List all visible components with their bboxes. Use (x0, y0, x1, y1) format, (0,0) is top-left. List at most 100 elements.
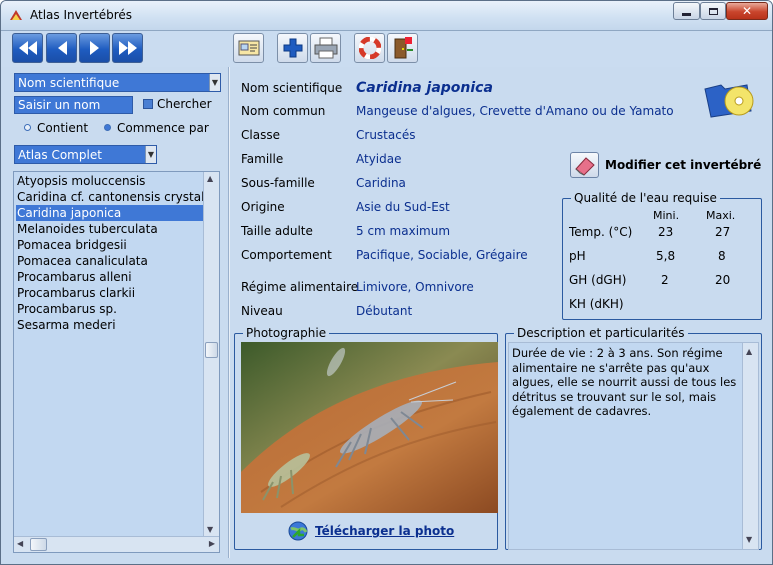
species-list[interactable]: Atyopsis moluccensis Caridina cf. canton… (13, 171, 220, 553)
list-item[interactable]: Procambarus sp. (16, 301, 203, 317)
list-item[interactable]: Atyopsis moluccensis (16, 173, 203, 189)
exit-door-icon (394, 37, 413, 59)
field-label: Régime alimentaire (241, 280, 359, 294)
window-title: Atlas Invertébrés (30, 8, 133, 22)
contains-label: Contient (37, 121, 89, 135)
starts-with-radio[interactable] (104, 124, 111, 131)
water-row-max: 27 (715, 225, 731, 239)
scrollbar-thumb[interactable] (30, 538, 47, 551)
list-item[interactable]: Pomacea bridgesii (16, 237, 203, 253)
atlas-select[interactable]: Atlas Complet ▼ (14, 145, 157, 164)
list-item-selected[interactable]: Caridina japonica (16, 205, 203, 221)
edit-invertebrate-label: Modifier cet invertébré (605, 158, 762, 172)
maximize-button[interactable] (700, 2, 726, 20)
description-scrollbar[interactable]: ▲ ▼ (742, 343, 758, 549)
field-value: Mangeuse d'algues, Crevette d'Amano ou d… (356, 104, 674, 118)
search-label: Chercher (157, 97, 212, 111)
list-horizontal-scrollbar[interactable]: ◀ ▶ (14, 536, 219, 552)
title-bar: Atlas Invertébrés ✕ (1, 1, 772, 31)
list-item[interactable]: Sesarma mederi (16, 317, 203, 333)
field-value: Débutant (356, 304, 413, 318)
last-record-button[interactable] (112, 33, 143, 63)
folder-cd-icon[interactable] (703, 79, 755, 119)
water-row-label: pH (569, 249, 586, 263)
description-text: Durée de vie : 2 à 3 ans. Son régime ali… (512, 346, 737, 418)
water-row-max: 20 (715, 273, 731, 287)
help-button[interactable] (354, 33, 385, 63)
field-value: Pacifique, Sociable, Grégaire (356, 248, 528, 262)
double-right-arrow-icon (118, 41, 137, 55)
scroll-up-icon[interactable]: ▲ (746, 345, 752, 360)
contains-radio[interactable] (24, 124, 31, 131)
starts-with-label: Commence par (117, 121, 209, 135)
field-label: Famille (241, 152, 284, 166)
max-header: Maxi. (706, 209, 736, 222)
eraser-icon (570, 152, 599, 178)
list-item[interactable]: Melanoides tuberculata (16, 221, 203, 237)
double-left-arrow-icon (18, 41, 37, 55)
list-item[interactable]: Procambarus alleni (16, 269, 203, 285)
field-value: Limivore, Omnivore (356, 280, 474, 294)
list-vertical-scrollbar[interactable]: ▲ ▼ (203, 172, 219, 536)
description-textarea[interactable]: Durée de vie : 2 à 3 ans. Son régime ali… (508, 342, 759, 550)
field-select-value: Nom scientifique (18, 76, 120, 90)
card-view-button[interactable] (233, 33, 264, 63)
water-row-label: Temp. (°C) (569, 225, 633, 239)
scroll-down-icon[interactable]: ▼ (207, 525, 213, 534)
scroll-left-icon[interactable]: ◀ (17, 539, 23, 548)
water-quality-title: Qualité de l'eau requise (571, 191, 720, 205)
maximize-icon (708, 7, 718, 15)
water-row-label: KH (dKH) (569, 297, 624, 311)
scroll-right-icon[interactable]: ▶ (209, 539, 215, 548)
printer-icon (314, 37, 337, 59)
chevron-down-icon[interactable]: ▼ (145, 146, 156, 163)
species-name: Caridina japonica (356, 80, 493, 96)
download-photo-link[interactable]: Télécharger la photo (315, 524, 454, 538)
search-checkbox[interactable] (143, 99, 153, 109)
field-label: Nom commun (241, 104, 326, 118)
field-label: Niveau (241, 304, 283, 318)
minimize-button[interactable] (673, 2, 700, 20)
water-row-label: GH (dGH) (569, 273, 627, 287)
photo-group: Photographie Télécharger la photo (234, 326, 498, 550)
print-button[interactable] (310, 33, 341, 63)
water-row-min: 23 (658, 225, 674, 239)
close-button[interactable]: ✕ (726, 2, 768, 20)
exit-button[interactable] (387, 33, 418, 63)
add-button[interactable] (277, 33, 308, 63)
app-window: Atlas Invertébrés ✕ Nom scientifique ▼ S… (0, 0, 773, 565)
left-panel: Nom scientifique ▼ Saisir un nom Cherche… (7, 67, 227, 558)
field-label: Comportement (241, 248, 332, 262)
atlas-select-value: Atlas Complet (18, 148, 102, 162)
download-globe-icon[interactable] (287, 520, 309, 542)
description-group: Description et particularités Durée de v… (505, 326, 762, 550)
scroll-up-icon[interactable]: ▲ (207, 174, 213, 183)
list-item[interactable]: Pomacea canaliculata (16, 253, 203, 269)
lifebuoy-icon (358, 37, 381, 59)
chevron-down-icon[interactable]: ▼ (209, 74, 220, 91)
field-select[interactable]: Nom scientifique ▼ (14, 73, 221, 92)
scrollbar-thumb[interactable] (205, 342, 218, 358)
list-item[interactable]: Caridina cf. cantonensis crystal r (16, 189, 203, 205)
panel-divider[interactable] (228, 67, 230, 558)
app-logo-icon (10, 10, 22, 20)
water-row-min: 2 (661, 273, 669, 287)
field-label: Origine (241, 200, 285, 214)
edit-invertebrate-button[interactable]: Modifier cet invertébré (567, 150, 767, 180)
field-value: Caridina (356, 176, 406, 190)
left-arrow-icon (57, 41, 67, 55)
previous-record-button[interactable] (46, 33, 77, 63)
first-record-button[interactable] (12, 33, 43, 63)
search-input[interactable]: Saisir un nom (14, 96, 133, 114)
list-item[interactable]: Procambarus clarkii (16, 285, 203, 301)
plus-icon (283, 38, 302, 58)
water-row-max: 8 (718, 249, 726, 263)
field-label: Taille adulte (241, 224, 313, 238)
field-value: Atyidae (356, 152, 402, 166)
scroll-down-icon[interactable]: ▼ (746, 533, 752, 548)
field-label: Classe (241, 128, 280, 142)
water-row-min: 5,8 (656, 249, 676, 263)
next-record-button[interactable] (79, 33, 110, 63)
species-photo (241, 342, 498, 513)
field-value: 5 cm maximum (356, 224, 451, 238)
